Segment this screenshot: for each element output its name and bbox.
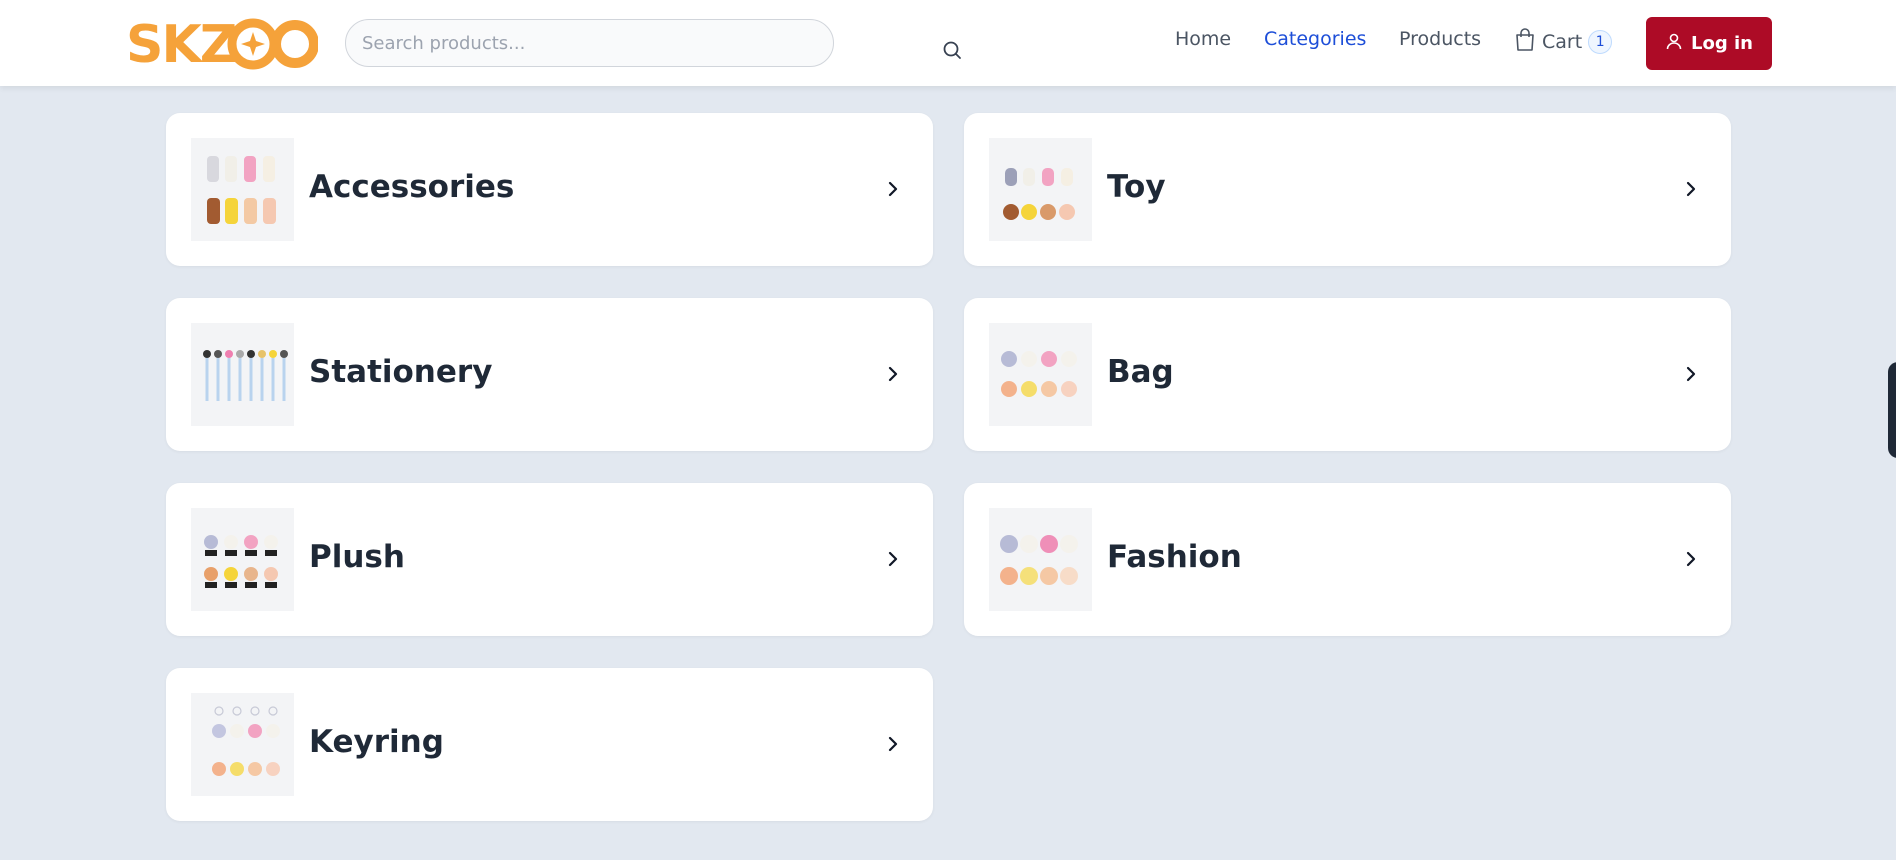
chevron-right-icon	[885, 364, 901, 384]
search-input[interactable]	[345, 19, 834, 67]
accessories-thumbnail	[191, 138, 294, 241]
chevron-right-icon	[1683, 364, 1699, 384]
side-panel-handle[interactable]	[1888, 362, 1896, 458]
category-title: Bag	[1107, 354, 1174, 390]
chevron-right-icon	[885, 549, 901, 569]
bag-thumbnail	[989, 323, 1092, 426]
stationery-thumbnail	[191, 323, 294, 426]
user-icon	[1665, 32, 1683, 55]
cart-label: Cart	[1542, 31, 1583, 53]
category-title: Stationery	[309, 354, 493, 390]
fashion-thumbnail	[989, 508, 1092, 611]
toy-thumbnail	[989, 138, 1092, 241]
nav-home-link[interactable]: Home	[1175, 28, 1231, 50]
category-card-fashion[interactable]: Fashion	[964, 483, 1731, 636]
svg-text:SKZ: SKZ	[126, 15, 236, 72]
category-card-stationery[interactable]: Stationery	[166, 298, 933, 451]
chevron-right-icon	[885, 179, 901, 199]
search-icon[interactable]	[940, 38, 964, 62]
category-card-bag[interactable]: Bag	[964, 298, 1731, 451]
login-button[interactable]: Log in	[1646, 17, 1772, 70]
category-title: Plush	[309, 539, 405, 575]
category-card-keyring[interactable]: Keyring	[166, 668, 933, 821]
category-title: Accessories	[309, 169, 515, 205]
cart-count-badge: 1	[1588, 30, 1613, 54]
skzoo-logo-icon: SKZ	[126, 15, 319, 75]
chevron-right-icon	[1683, 179, 1699, 199]
brand-logo[interactable]: SKZ	[126, 12, 319, 75]
chevron-right-icon	[1683, 549, 1699, 569]
keyring-thumbnail	[191, 693, 294, 796]
category-title: Keyring	[309, 724, 444, 760]
site-header: SKZ Home Categories Products Cart 1	[0, 0, 1896, 86]
login-label: Log in	[1691, 33, 1753, 54]
nav-categories-link[interactable]: Categories	[1264, 28, 1366, 50]
category-card-accessories[interactable]: Accessories	[166, 113, 933, 266]
category-card-plush[interactable]: Plush	[166, 483, 933, 636]
category-card-toy[interactable]: Toy	[964, 113, 1731, 266]
cart-link[interactable]: Cart 1	[1514, 24, 1613, 60]
chevron-right-icon	[885, 734, 901, 754]
shopping-bag-icon	[1514, 27, 1536, 57]
category-title: Fashion	[1107, 539, 1242, 575]
category-title: Toy	[1107, 169, 1166, 205]
nav-products-link[interactable]: Products	[1399, 28, 1481, 50]
plush-thumbnail	[191, 508, 294, 611]
